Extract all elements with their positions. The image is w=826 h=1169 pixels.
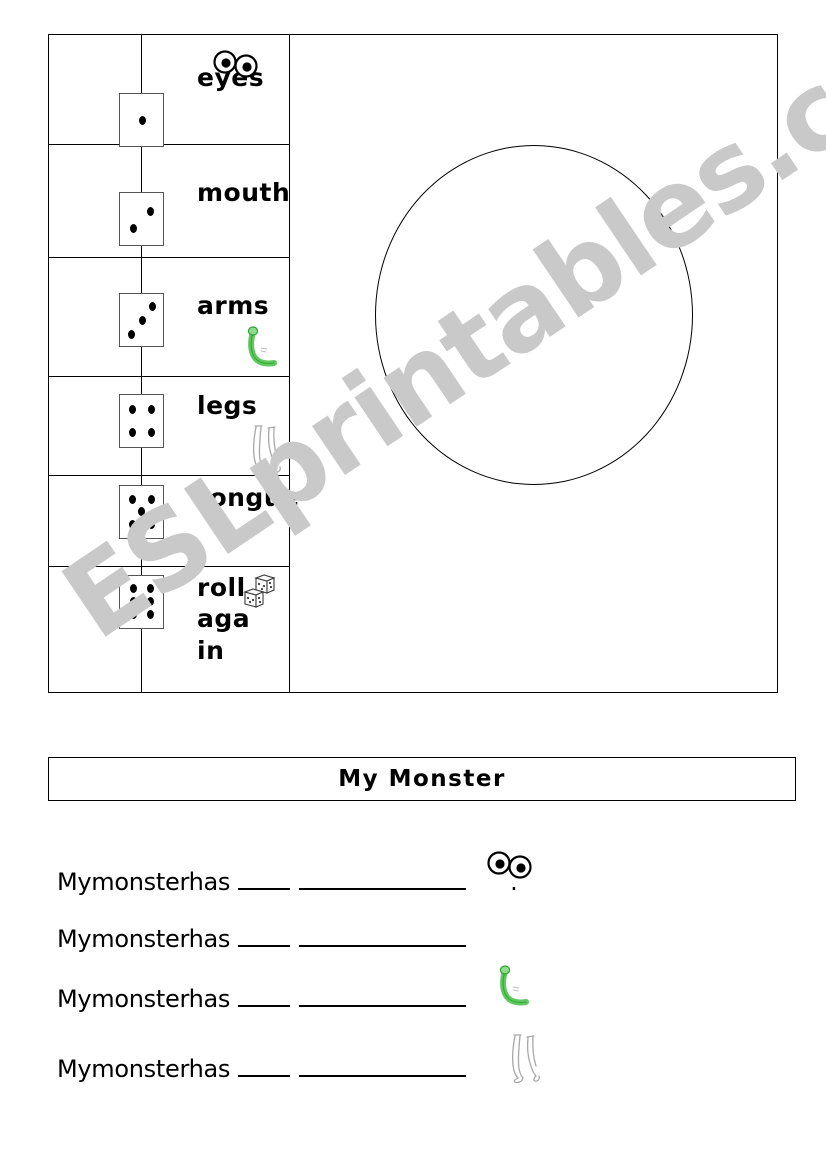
eyes-icon	[486, 850, 532, 884]
die-pip	[148, 495, 155, 504]
table-row-divider-1	[49, 144, 289, 145]
sentence-row-1: Mymonsterhas .	[57, 868, 518, 902]
die-pip	[148, 428, 155, 437]
sentence-text: Mymonsterhas	[57, 925, 231, 953]
answer-blank-long[interactable]	[299, 868, 467, 890]
die-face-4	[119, 394, 164, 448]
sentence-row-2: Mymonsterhas	[57, 925, 510, 959]
sentence-row-4: Mymonsterhas	[57, 1055, 510, 1089]
die-pip	[138, 507, 145, 516]
sentence-text: Mymonsterhas	[57, 868, 231, 896]
word-label-legs: legs	[197, 391, 258, 420]
die-face-2	[119, 192, 164, 246]
die-pip	[147, 610, 154, 619]
die-pip	[148, 520, 155, 529]
page-title: My Monster	[338, 766, 506, 792]
legs-icon	[506, 1032, 542, 1088]
die-pip	[130, 597, 137, 606]
die-pip	[148, 405, 155, 414]
sentence-row-3: Mymonsterhas	[57, 985, 510, 1019]
worksheet-page: ESLprintables.com eyes mouth arms legs t…	[0, 0, 826, 1169]
green-arm-icon	[497, 965, 531, 1013]
die-pip	[139, 116, 146, 125]
die-pip	[129, 520, 136, 529]
die-pip	[147, 584, 154, 593]
die-pip	[147, 597, 154, 606]
answer-blank-long[interactable]	[299, 925, 467, 947]
answer-blank-short[interactable]	[238, 925, 291, 947]
table-row-divider-2	[49, 257, 289, 258]
die-pip	[130, 610, 137, 619]
word-label-tongue: tongue	[197, 483, 300, 512]
sentence-text: Mymonsterhas	[57, 1055, 231, 1083]
die-face-1	[119, 93, 164, 147]
die-pip	[129, 428, 136, 437]
table-row-divider-5	[49, 566, 289, 567]
die-pip	[130, 224, 137, 233]
answer-blank-short[interactable]	[238, 985, 291, 1007]
die-pip	[139, 316, 146, 325]
die-pip	[129, 495, 136, 504]
word-label-arms: arms	[197, 291, 270, 320]
answer-blank-long[interactable]	[299, 985, 467, 1007]
table-column-divider-right	[289, 35, 290, 692]
green-arm-icon	[245, 326, 279, 370]
die-face-5	[119, 485, 164, 539]
word-label-mouth: mouth	[197, 178, 291, 207]
legs-icon	[247, 423, 283, 475]
table-row-divider-4	[49, 475, 289, 476]
dice-icon	[240, 574, 276, 616]
die-pip	[128, 330, 135, 339]
die-pip	[147, 207, 154, 216]
die-pip	[129, 405, 136, 414]
table-row-divider-3	[49, 376, 289, 377]
answer-blank-short[interactable]	[238, 868, 291, 890]
die-pip	[130, 584, 137, 593]
die-face-6	[119, 575, 164, 629]
die-pip	[149, 302, 156, 311]
monster-drawing-circle[interactable]	[375, 145, 693, 485]
eyes-icon	[212, 49, 258, 79]
title-box: My Monster	[48, 757, 796, 801]
die-face-3	[119, 293, 164, 347]
sentence-text: Mymonsterhas	[57, 985, 231, 1013]
answer-blank-short[interactable]	[238, 1055, 291, 1077]
answer-blank-long[interactable]	[299, 1055, 467, 1077]
